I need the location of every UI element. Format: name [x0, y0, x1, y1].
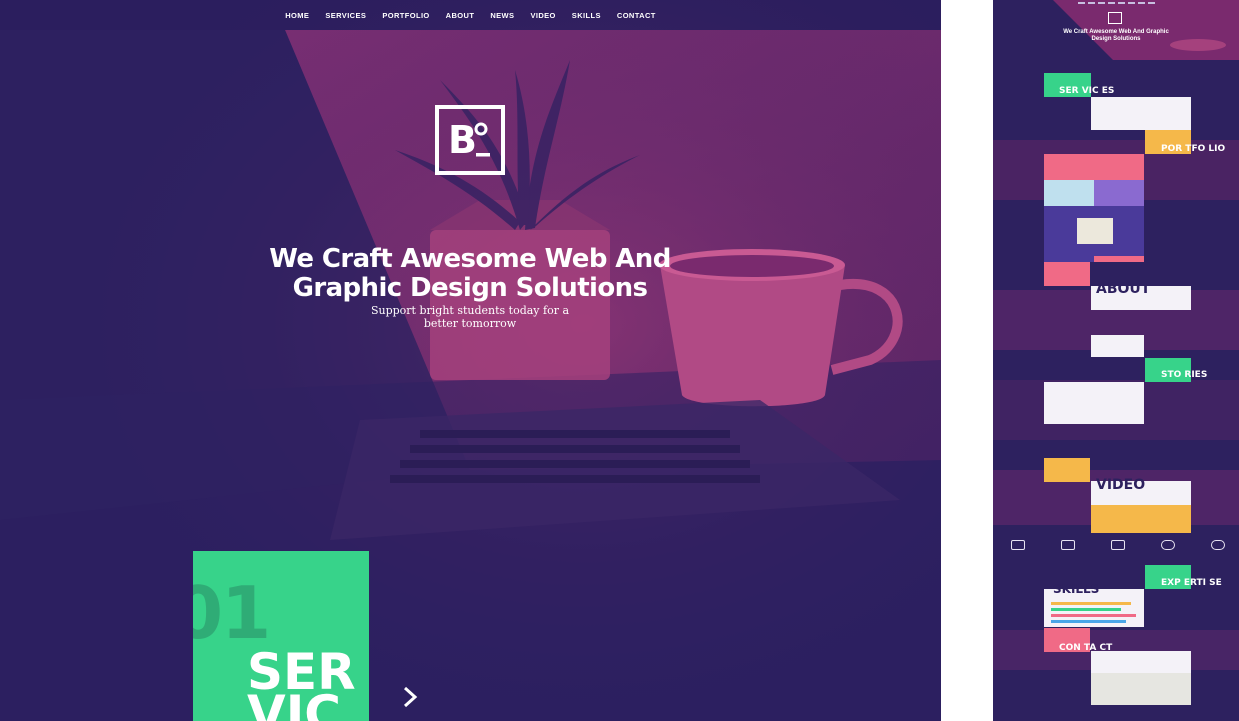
- preview-contact-form: [1091, 651, 1191, 673]
- preview-feature-icon-5: [1211, 540, 1225, 550]
- preview-services-label: SER VIC ES: [1059, 86, 1115, 96]
- nav-services[interactable]: SERVICES: [317, 11, 374, 20]
- nav-about[interactable]: ABOUT: [438, 11, 483, 20]
- preview-about-label: ABOUT: [1096, 281, 1151, 297]
- nav-news[interactable]: NEWS: [482, 11, 522, 20]
- preview-offer-card: [1044, 458, 1090, 482]
- main-nav: HOME SERVICES PORTFOLIO ABOUT NEWS VIDEO…: [0, 0, 941, 30]
- preview-stories-label: STO RIES: [1161, 370, 1208, 380]
- nav-skills[interactable]: SKILLS: [564, 11, 609, 20]
- preview-stories-panel: [1044, 382, 1144, 424]
- preview-expertise-label: EXP ERTI SE: [1161, 578, 1222, 588]
- hero-subline: Support bright students today for a bett…: [370, 304, 570, 330]
- services-label-line2: VIC: [247, 685, 341, 721]
- nav-contact[interactable]: CONTACT: [609, 11, 664, 20]
- brand-logo[interactable]: B: [435, 105, 505, 175]
- preview-characters-card: [1044, 262, 1090, 286]
- nav-home[interactable]: HOME: [277, 11, 317, 20]
- preview-skills-label: SKILLS: [1053, 582, 1100, 596]
- preview-portfolio-item1: [1044, 154, 1144, 180]
- preview-portfolio-button: [1094, 256, 1144, 262]
- preview-skill-bar-1: [1051, 602, 1131, 605]
- preview-feature-icon-1: [1011, 540, 1025, 550]
- preview-skill-bar-4: [1051, 620, 1126, 623]
- preview-portfolio-item2: [1044, 180, 1094, 206]
- services-card[interactable]: 01 SER VIC: [193, 551, 369, 721]
- preview-logo: [1108, 12, 1122, 24]
- nav-portfolio[interactable]: PORTFOLIO: [374, 11, 437, 20]
- nav-video[interactable]: VIDEO: [522, 11, 563, 20]
- hero-headline: We Craft Awesome Web And Graphic Design …: [269, 244, 671, 304]
- logo-letter: B: [448, 118, 477, 162]
- preview-skill-bar-2: [1051, 608, 1121, 611]
- hero-section: HOME SERVICES PORTFOLIO ABOUT NEWS VIDEO…: [0, 0, 941, 721]
- preview-portfolio-label: POR TFO LIO: [1161, 144, 1226, 154]
- preview-skill-bar-3: [1051, 614, 1136, 617]
- services-label: SER VIC: [247, 647, 356, 721]
- chevron-right-icon[interactable]: [398, 683, 422, 711]
- preview-title: We Craft Awesome Web And Graphic Design …: [1063, 29, 1169, 42]
- logo-mark-icon: B: [448, 118, 490, 162]
- preview-contact-map: [1091, 673, 1191, 705]
- preview-about-note: [1091, 335, 1144, 357]
- preview-feature-icon-2: [1061, 540, 1075, 550]
- preview-feature-icon-3: [1111, 540, 1125, 550]
- page-preview: We Craft Awesome Web And Graphic Design …: [993, 0, 1239, 721]
- preview-feature-icon-4: [1161, 540, 1175, 550]
- preview-nav: [993, 1, 1239, 6]
- preview-video-thumb: [1091, 505, 1191, 533]
- preview-portfolio-thumb: [1077, 218, 1113, 244]
- preview-video-label: VIDEO: [1096, 477, 1146, 493]
- preview-services-panel: [1091, 97, 1191, 130]
- preview-portfolio-item3: [1094, 180, 1144, 206]
